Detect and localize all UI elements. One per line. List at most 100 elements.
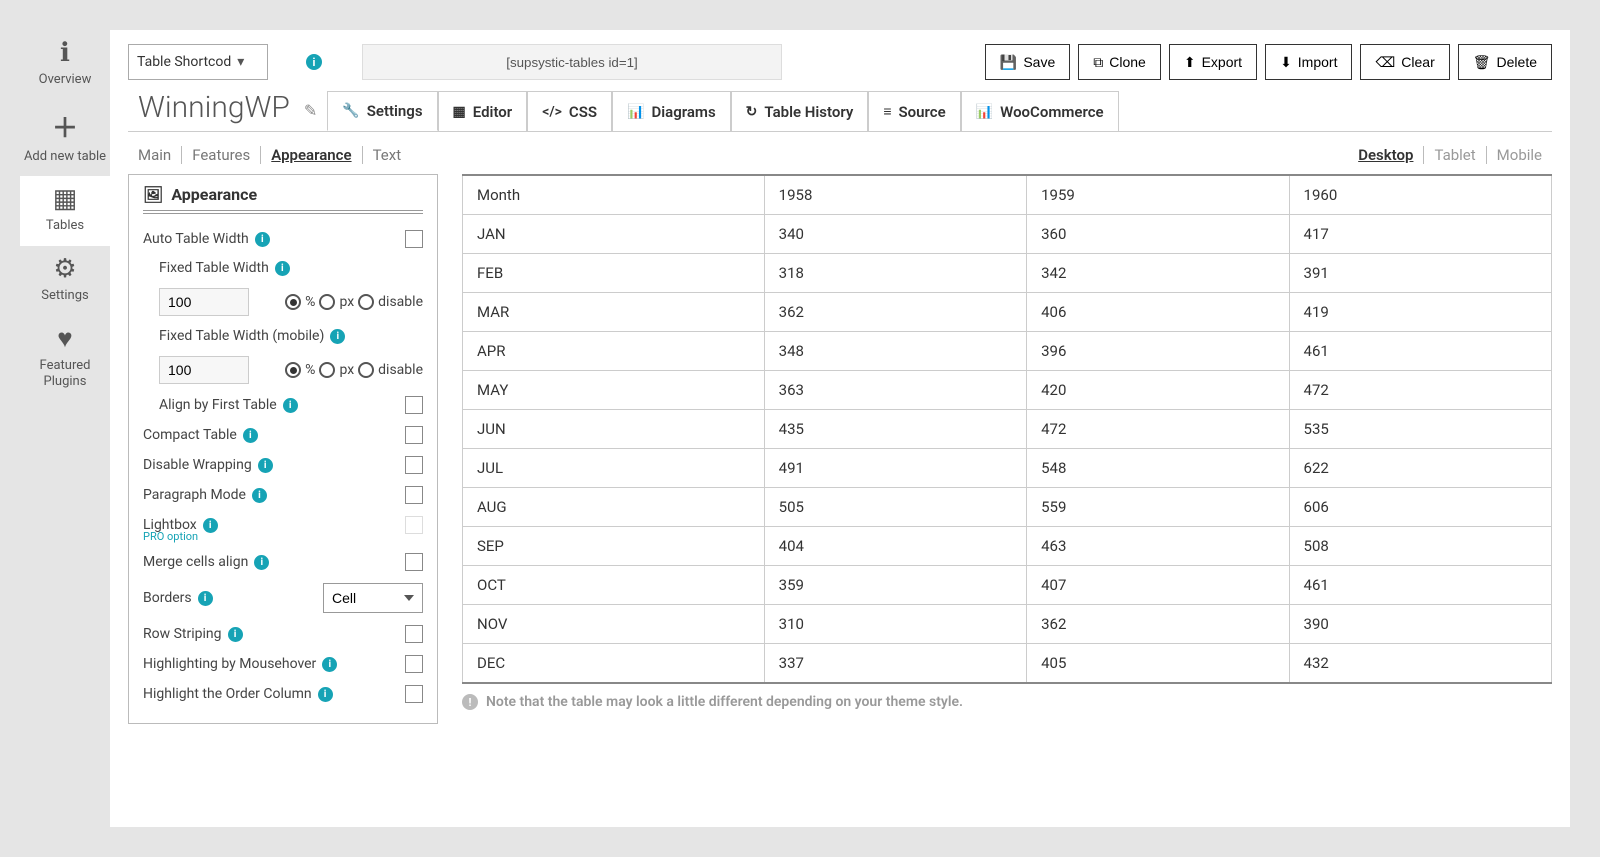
field-align-first: Align by First Tablei (143, 390, 423, 420)
highlight-order-checkbox[interactable] (405, 685, 423, 703)
info-icon[interactable]: i (322, 657, 337, 672)
delete-label: Delete (1497, 54, 1537, 70)
table-cell: 491 (764, 449, 1026, 488)
info-icon[interactable]: i (254, 555, 269, 570)
tab-woocommerce[interactable]: 📊WooCommerce (961, 91, 1119, 131)
table-cell: OCT (463, 566, 765, 605)
field-borders: Bordersi Cell (143, 577, 423, 619)
subtab-features[interactable]: Features (182, 146, 261, 164)
image-icon: 🖼 (143, 185, 163, 204)
panel-title: 🖼 Appearance (143, 185, 423, 214)
info-icon[interactable]: i (318, 687, 333, 702)
tab-source[interactable]: ≡Source (868, 91, 960, 131)
info-icon[interactable]: i (330, 329, 345, 344)
info-icon: ! (462, 694, 478, 710)
gear-icon: ⚙ (53, 254, 76, 284)
info-icon[interactable]: i (228, 627, 243, 642)
borders-select[interactable]: Cell (323, 583, 423, 613)
panel-title-text: Appearance (171, 185, 257, 204)
chart-icon: 📊 (976, 104, 993, 120)
unit-disable-radio-mobile[interactable] (358, 362, 374, 378)
field-label: Auto Table Width (143, 231, 249, 247)
unit-px-radio-mobile[interactable] (319, 362, 335, 378)
table-row: SEP404463508 (463, 527, 1552, 566)
table-cell: 362 (764, 293, 1026, 332)
sidebar-item-tables[interactable]: ▦ Tables (20, 176, 110, 246)
field-fixed-width: Fixed Table Width i (143, 254, 423, 282)
info-icon[interactable]: i (275, 261, 290, 276)
title-row: WinningWP ✎ 🔧Settings ▦Editor </>CSS 📊Di… (128, 90, 1552, 132)
sidebar-item-settings[interactable]: ⚙ Settings (20, 246, 110, 316)
tab-css[interactable]: </>CSS (527, 91, 612, 131)
row-striping-checkbox[interactable] (405, 625, 423, 643)
field-compact: Compact Tablei (143, 420, 423, 450)
table-cell: MAY (463, 371, 765, 410)
clear-button[interactable]: ⌫Clear (1360, 44, 1449, 80)
shortcode-type-select[interactable]: Table Shortcod (128, 44, 268, 80)
export-label: Export (1202, 54, 1242, 70)
field-label: Fixed Table Width (159, 260, 269, 276)
clone-button[interactable]: ⧉Clone (1078, 44, 1161, 80)
field-disable-wrap: Disable Wrappingi (143, 450, 423, 480)
save-button[interactable]: 💾Save (985, 44, 1070, 80)
tab-label: Editor (473, 103, 512, 121)
tab-label: Table History (764, 103, 853, 121)
table-cell: 461 (1289, 332, 1551, 371)
disable-wrap-checkbox[interactable] (405, 456, 423, 474)
export-button[interactable]: ⬆Export (1169, 44, 1257, 80)
unit-disable-radio[interactable] (358, 294, 374, 310)
highlight-hover-checkbox[interactable] (405, 655, 423, 673)
sidebar-item-label: Overview (39, 72, 92, 88)
edit-title-icon[interactable]: ✎ (304, 101, 317, 120)
info-icon[interactable]: i (198, 591, 213, 606)
field-highlight-hover: Highlighting by Mousehoveri (143, 649, 423, 679)
sidebar-item-featured-plugins[interactable]: ♥ Featured Plugins (20, 315, 110, 401)
tab-diagrams[interactable]: 📊Diagrams (612, 91, 731, 131)
paragraph-checkbox[interactable] (405, 486, 423, 504)
clone-label: Clone (1109, 54, 1146, 70)
info-icon[interactable]: i (252, 488, 267, 503)
auto-width-checkbox[interactable] (405, 230, 423, 248)
import-button[interactable]: ⬇ Import (1265, 44, 1352, 80)
sidebar-item-overview[interactable]: ℹ Overview (20, 30, 110, 100)
sidebar-item-add-new-table[interactable]: ＋ Add new table (20, 100, 110, 177)
tab-table-history[interactable]: ↻ Table History (731, 91, 869, 131)
align-first-checkbox[interactable] (405, 396, 423, 414)
lightbox-checkbox (405, 516, 423, 534)
unit-percent-radio-mobile[interactable] (285, 362, 301, 378)
compact-checkbox[interactable] (405, 426, 423, 444)
subtab-appearance[interactable]: Appearance (261, 146, 362, 164)
table-row: MAY363420472 (463, 371, 1552, 410)
table-cell: 535 (1289, 410, 1551, 449)
fixed-width-input[interactable] (159, 288, 249, 316)
fixed-width-mobile-input[interactable] (159, 356, 249, 384)
device-tab-desktop[interactable]: Desktop (1348, 146, 1424, 164)
tab-settings[interactable]: 🔧Settings (327, 91, 437, 131)
import-label: Import (1298, 54, 1338, 70)
plus-icon: ＋ (52, 108, 78, 145)
import-icon: ⬇ (1280, 54, 1292, 71)
history-icon: ↻ (746, 104, 758, 120)
info-icon[interactable]: i (283, 398, 298, 413)
merge-align-checkbox[interactable] (405, 553, 423, 571)
tab-editor[interactable]: ▦Editor (438, 91, 528, 131)
info-icon[interactable]: i (203, 518, 218, 533)
delete-button[interactable]: 🗑Delete (1458, 44, 1552, 80)
subtab-text[interactable]: Text (363, 146, 412, 164)
subtab-main[interactable]: Main (128, 146, 182, 164)
table-cell: 407 (1027, 566, 1289, 605)
table-cell: DEC (463, 644, 765, 684)
info-icon[interactable]: i (243, 428, 258, 443)
device-tab-tablet[interactable]: Tablet (1424, 146, 1486, 164)
subtabs-row: Main Features Appearance Text Desktop Ta… (128, 146, 1552, 164)
device-tab-mobile[interactable]: Mobile (1487, 146, 1552, 164)
info-icon[interactable]: i (306, 54, 322, 70)
info-icon[interactable]: i (258, 458, 273, 473)
info-icon[interactable]: i (255, 232, 270, 247)
table-cell: 420 (1027, 371, 1289, 410)
shortcode-input[interactable] (362, 44, 782, 80)
table-cell: 559 (1027, 488, 1289, 527)
table-cell: 405 (1027, 644, 1289, 684)
unit-px-radio[interactable] (319, 294, 335, 310)
unit-percent-radio[interactable] (285, 294, 301, 310)
